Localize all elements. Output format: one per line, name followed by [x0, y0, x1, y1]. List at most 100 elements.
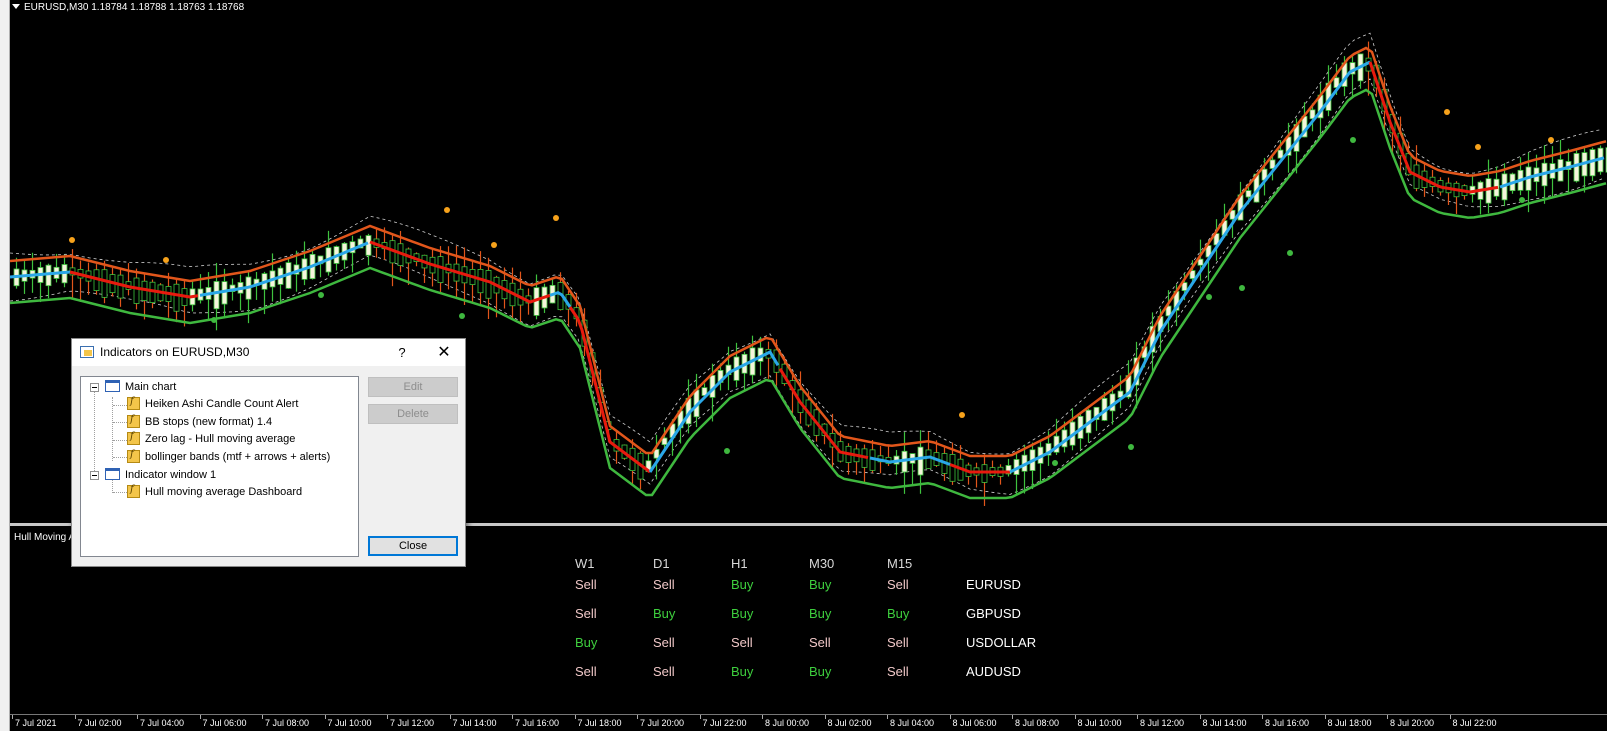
candle-body — [949, 454, 956, 482]
signal-dot — [553, 215, 559, 221]
custom-indicator-icon — [127, 431, 140, 445]
dashboard-signal: Sell — [731, 635, 753, 650]
tree-connector — [113, 422, 127, 423]
edit-button[interactable]: Edit — [368, 377, 458, 397]
dashboard-header: W1 — [575, 556, 595, 571]
time-tick — [262, 715, 263, 719]
dashboard-header: H1 — [731, 556, 748, 571]
indicator-tree[interactable]: Main chart Heiken Ashi Candle Count Aler… — [80, 376, 359, 557]
hull-ma-segment — [1368, 61, 1499, 194]
tree-connector — [94, 391, 95, 479]
collapse-window1-icon[interactable] — [90, 471, 99, 480]
dashboard-header: M30 — [809, 556, 835, 571]
dashboard-signal: Buy — [731, 577, 754, 592]
dialog-titlebar[interactable]: Indicators on EURUSD,M30 ? ✕ — [72, 339, 465, 366]
close-button[interactable]: Close — [368, 536, 458, 556]
time-tick-label: 8 Jul 00:00 — [765, 718, 810, 728]
tree-indicator-heiken-ashi[interactable]: Heiken Ashi Candle Count Alert — [127, 396, 299, 410]
candle-body — [981, 464, 988, 483]
tree-main-chart[interactable]: Main chart — [105, 380, 176, 393]
time-tick — [324, 715, 326, 719]
candle-body — [101, 269, 108, 298]
time-tick-label: 8 Jul 08:00 — [1015, 718, 1060, 728]
dashboard-signal: Sell — [887, 577, 909, 592]
time-tick-label: 7 Jul 22:00 — [702, 718, 747, 728]
candle-body — [173, 283, 180, 312]
signal-dot — [959, 412, 965, 418]
time-tick — [574, 715, 576, 719]
candle-body — [1573, 153, 1580, 182]
tree-main-chart-label: Main chart — [125, 381, 177, 393]
hull-ma-segment — [1009, 60, 1371, 474]
time-tick-label: 7 Jul 2021 — [15, 718, 57, 728]
time-tick — [637, 715, 638, 719]
dashboard-signal: Sell — [887, 635, 909, 650]
tree-indicator-bb-stops[interactable]: BB stops (new format) 1.4 — [127, 414, 272, 428]
tree-indicator-window-1[interactable]: Indicator window 1 — [105, 468, 216, 481]
signal-dot — [491, 242, 497, 248]
signal-dot — [318, 292, 324, 298]
time-tick — [1137, 715, 1138, 719]
time-tick-label: 7 Jul 18:00 — [577, 718, 622, 728]
tree-indicator-label: Heiken Ashi Candle Count Alert — [145, 398, 299, 410]
signal-dot — [1350, 137, 1356, 143]
signal-dot — [1239, 285, 1245, 291]
tree-indicator-hull-dashboard[interactable]: Hull moving average Dashboard — [127, 484, 302, 498]
time-tick — [824, 715, 826, 719]
time-tick — [1199, 715, 1201, 719]
dashboard-signal: Sell — [653, 577, 675, 592]
time-tick-label: 8 Jul 16:00 — [1265, 718, 1310, 728]
chart-window-icon — [105, 468, 120, 480]
dashboard-signal: Sell — [575, 577, 597, 592]
signal-dot — [1519, 197, 1525, 203]
tree-indicator-bollinger[interactable]: bollinger bands (mtf + arrows + alerts) — [127, 449, 330, 463]
custom-indicator-icon — [127, 484, 140, 498]
signal-dot — [69, 237, 75, 243]
subwindow-title: Hull Moving A — [14, 532, 76, 543]
custom-indicator-icon — [127, 396, 140, 410]
indicators-window-icon — [80, 346, 94, 358]
time-tick-label: 8 Jul 14:00 — [1202, 718, 1247, 728]
time-tick-label: 7 Jul 10:00 — [327, 718, 372, 728]
dropdown-triangle-icon[interactable] — [12, 4, 20, 9]
collapse-main-chart-icon[interactable] — [90, 383, 99, 392]
time-tick — [1324, 715, 1326, 719]
tree-indicator-zero-lag-hull[interactable]: Zero lag - Hull moving average — [127, 431, 296, 445]
time-tick-label: 8 Jul 10:00 — [1077, 718, 1122, 728]
time-tick-label: 8 Jul 18:00 — [1327, 718, 1372, 728]
help-button[interactable]: ? — [392, 343, 412, 363]
time-tick-label: 7 Jul 14:00 — [452, 718, 497, 728]
dashboard-signal: Buy — [809, 664, 832, 679]
candle-body — [1245, 190, 1252, 198]
time-tick — [12, 715, 13, 719]
signal-dot — [724, 448, 730, 454]
time-tick — [1262, 715, 1263, 719]
tree-connector — [113, 492, 127, 493]
time-tick — [74, 715, 76, 719]
time-tick-label: 7 Jul 12:00 — [390, 718, 435, 728]
tree-connector — [113, 405, 127, 406]
dashboard-symbol: AUDUSD — [966, 664, 1021, 679]
time-tick — [387, 715, 388, 719]
dashboard-signal: Sell — [575, 664, 597, 679]
symbol-header[interactable]: EURUSD,M30 1.18784 1.18788 1.18763 1.187… — [12, 2, 244, 13]
signal-dot — [1475, 144, 1481, 150]
dashboard-signal: Buy — [731, 606, 754, 621]
candle-body — [485, 270, 492, 299]
dashboard-symbol: GBPUSD — [966, 606, 1021, 621]
candle-body — [437, 256, 444, 283]
time-axis: 7 Jul 2021 7 Jul 02:00 7 Jul 04:00 7 Jul 06… — [10, 714, 1607, 731]
tree-indicator-label: Zero lag - Hull moving average — [145, 433, 296, 445]
signal-dot — [444, 207, 450, 213]
indicators-dialog[interactable]: Indicators on EURUSD,M30 ? ✕ Main chart … — [71, 338, 466, 567]
time-tick-label: 7 Jul 02:00 — [77, 718, 122, 728]
time-tick-label: 8 Jul 12:00 — [1140, 718, 1185, 728]
dashboard-symbol: USDOLLAR — [966, 635, 1037, 650]
close-x-button[interactable]: ✕ — [430, 342, 458, 364]
custom-indicator-icon — [127, 414, 140, 428]
chart-window-icon — [105, 380, 120, 392]
tree-connector — [113, 440, 127, 441]
time-tick — [449, 715, 451, 719]
time-tick — [762, 715, 763, 719]
delete-button[interactable]: Delete — [368, 404, 458, 424]
